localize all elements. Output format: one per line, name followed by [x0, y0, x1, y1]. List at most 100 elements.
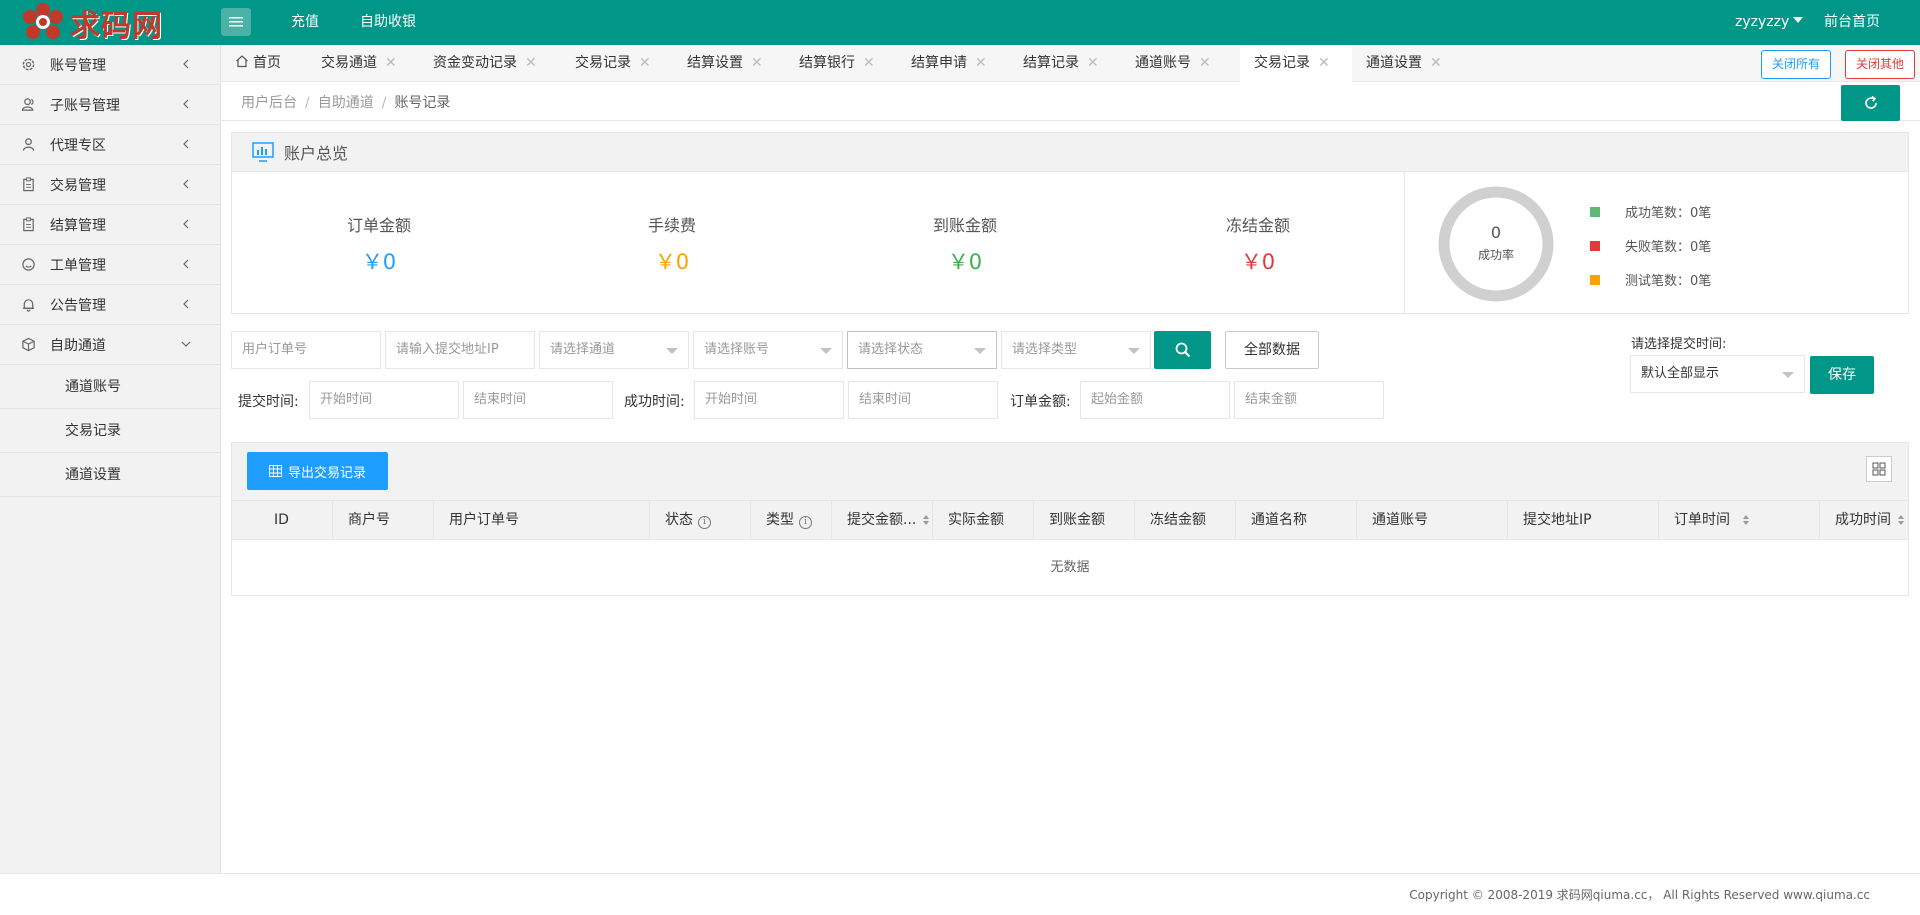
- self-service-cashier-link[interactable]: 自助收银: [360, 0, 416, 45]
- table-icon: [268, 465, 282, 477]
- breadcrumb-item[interactable]: 用户后台: [241, 95, 297, 111]
- close-icon[interactable]: ✕: [639, 55, 651, 71]
- sidebar-item-ticket[interactable]: 工单管理: [0, 245, 220, 285]
- close-icon[interactable]: ✕: [1087, 55, 1099, 71]
- tab-trade-records-active[interactable]: 交易记录 ✕: [1240, 45, 1352, 82]
- column-header-type[interactable]: 类型 i: [751, 501, 832, 540]
- column-header[interactable]: 通道名称: [1236, 501, 1357, 540]
- tab-home[interactable]: 首页: [221, 45, 307, 82]
- close-icon[interactable]: ✕: [385, 55, 397, 71]
- order-no-input[interactable]: 用户订单号: [231, 331, 381, 369]
- submit-end-time-input[interactable]: 结束时间: [463, 381, 613, 419]
- column-header[interactable]: 商户号: [333, 501, 434, 540]
- sort-icon[interactable]: [1897, 514, 1905, 526]
- tab-settlement-records[interactable]: 结算记录 ✕: [1009, 45, 1121, 82]
- sort-icon[interactable]: [1742, 514, 1750, 526]
- tab-bar: 首页 交易通道 ✕ 资金变动记录 ✕ 交易记录 ✕ 结算设置 ✕ 结算银行 ✕ 结算申请 ✕…: [221, 45, 1920, 82]
- close-icon[interactable]: ✕: [525, 55, 537, 71]
- sidebar-subitem-channel-settings[interactable]: 通道设置: [0, 453, 220, 497]
- status-select[interactable]: 请选择状态: [847, 331, 997, 369]
- tab-trade-channel[interactable]: 交易通道 ✕: [307, 45, 419, 82]
- column-toggle-button[interactable]: [1866, 456, 1892, 482]
- legend-label: 失败笔数：0笔: [1625, 240, 1712, 255]
- column-header-success-time[interactable]: 成功时间: [1820, 501, 1910, 540]
- smile-icon: [20, 257, 36, 273]
- chevron-left-icon: [183, 139, 189, 149]
- clipboard-icon: [20, 217, 36, 233]
- menu-toggle-button[interactable]: [221, 8, 251, 36]
- column-header-status[interactable]: 状态 i: [650, 501, 751, 540]
- close-icon[interactable]: ✕: [1318, 55, 1330, 71]
- submit-start-time-input[interactable]: 开始时间: [309, 381, 459, 419]
- close-icon[interactable]: ✕: [1199, 55, 1211, 71]
- info-icon[interactable]: i: [698, 516, 711, 529]
- end-amount-input[interactable]: 结束金额: [1234, 381, 1384, 419]
- column-header[interactable]: 通道账号: [1357, 501, 1508, 540]
- sort-icon[interactable]: [922, 514, 930, 526]
- tab-settlement-settings[interactable]: 结算设置 ✕: [673, 45, 785, 82]
- column-header[interactable]: ID: [232, 501, 333, 540]
- column-header-order-time[interactable]: 订单时间: [1659, 501, 1820, 540]
- column-header[interactable]: 提交地址IP: [1508, 501, 1659, 540]
- type-select[interactable]: 请选择类型: [1001, 331, 1151, 369]
- copyright-text: Copyright © 2008-2019 求码网qiuma.cc， All R…: [1409, 888, 1870, 902]
- close-all-tabs-button[interactable]: 关闭所有: [1761, 50, 1831, 79]
- sidebar-subitem-trade-records[interactable]: 交易记录: [0, 409, 220, 453]
- user-menu[interactable]: zyzyzzy: [1735, 0, 1804, 45]
- column-header[interactable]: 用户订单号: [434, 501, 650, 540]
- refresh-button[interactable]: [1841, 85, 1900, 121]
- save-button[interactable]: 保存: [1810, 356, 1874, 394]
- caret-down-icon: [1793, 17, 1804, 23]
- all-data-button[interactable]: 全部数据: [1225, 331, 1319, 369]
- success-start-time-input[interactable]: 开始时间: [694, 381, 844, 419]
- close-icon[interactable]: ✕: [751, 55, 763, 71]
- chevron-left-icon: [183, 259, 189, 269]
- top-bar: 求码网 充值 自助收银 zyzyzzy 前台首页: [0, 0, 1920, 45]
- sidebar-item-settlement[interactable]: 结算管理: [0, 205, 220, 245]
- sidebar-item-account[interactable]: 账号管理: [0, 45, 220, 85]
- recharge-link[interactable]: 充值: [291, 0, 319, 45]
- tab-fund-change-records[interactable]: 资金变动记录 ✕: [419, 45, 545, 82]
- column-label: 成功时间: [1835, 512, 1891, 528]
- logo[interactable]: 求码网: [20, 0, 200, 45]
- breadcrumb-item[interactable]: 自助通道: [318, 95, 374, 111]
- ip-input[interactable]: 请输入提交地址IP: [385, 331, 535, 369]
- chevron-left-icon: [183, 99, 189, 109]
- stat-label: 到账金额: [932, 216, 997, 235]
- column-header[interactable]: 实际金额: [933, 501, 1034, 540]
- close-icon[interactable]: ✕: [1430, 55, 1442, 71]
- sidebar-item-subaccount[interactable]: 子账号管理: [0, 85, 220, 125]
- column-header[interactable]: 到账金额: [1034, 501, 1135, 540]
- close-icon[interactable]: ✕: [863, 55, 875, 71]
- channel-select[interactable]: 请选择通道: [539, 331, 689, 369]
- search-button[interactable]: [1154, 331, 1211, 369]
- export-trade-records-button[interactable]: 导出交易记录: [247, 452, 388, 490]
- sidebar-item-agent[interactable]: 代理专区: [0, 125, 220, 165]
- stat-label: 订单金额: [346, 216, 411, 235]
- tab-settlement-apply[interactable]: 结算申请 ✕: [897, 45, 1009, 82]
- success-end-time-input[interactable]: 结束时间: [848, 381, 998, 419]
- sidebar-item-trade[interactable]: 交易管理: [0, 165, 220, 205]
- tab-channel-account[interactable]: 通道账号 ✕: [1121, 45, 1233, 82]
- sidebar-item-self-channel[interactable]: 自助通道: [0, 325, 220, 365]
- tab-settlement-bank[interactable]: 结算银行 ✕: [785, 45, 897, 82]
- tab-label: 交易记录: [1254, 55, 1310, 71]
- info-icon[interactable]: i: [799, 516, 812, 529]
- start-amount-input[interactable]: 起始金额: [1080, 381, 1230, 419]
- legend-success: 成功笔数：0笔: [1590, 202, 1711, 221]
- stat-value: ￥0: [654, 250, 690, 274]
- tab-label: 交易通道: [321, 55, 377, 71]
- sidebar-subitem-channel-account[interactable]: 通道账号: [0, 365, 220, 409]
- front-home-link[interactable]: 前台首页: [1824, 0, 1880, 45]
- column-header-submit-amount[interactable]: 提交金额...: [832, 501, 933, 540]
- column-header[interactable]: 冻结金额: [1135, 501, 1236, 540]
- tab-trade-records[interactable]: 交易记录 ✕: [561, 45, 673, 82]
- close-icon[interactable]: ✕: [975, 55, 987, 71]
- close-other-tabs-button[interactable]: 关闭其他: [1845, 50, 1915, 79]
- legend-swatch: [1590, 240, 1600, 251]
- sidebar-item-announcement[interactable]: 公告管理: [0, 285, 220, 325]
- tab-channel-settings[interactable]: 通道设置 ✕: [1352, 45, 1464, 82]
- tab-label: 结算申请: [911, 55, 967, 71]
- account-select[interactable]: 请选择账号: [693, 331, 843, 369]
- time-range-select[interactable]: 默认全部显示: [1630, 355, 1805, 393]
